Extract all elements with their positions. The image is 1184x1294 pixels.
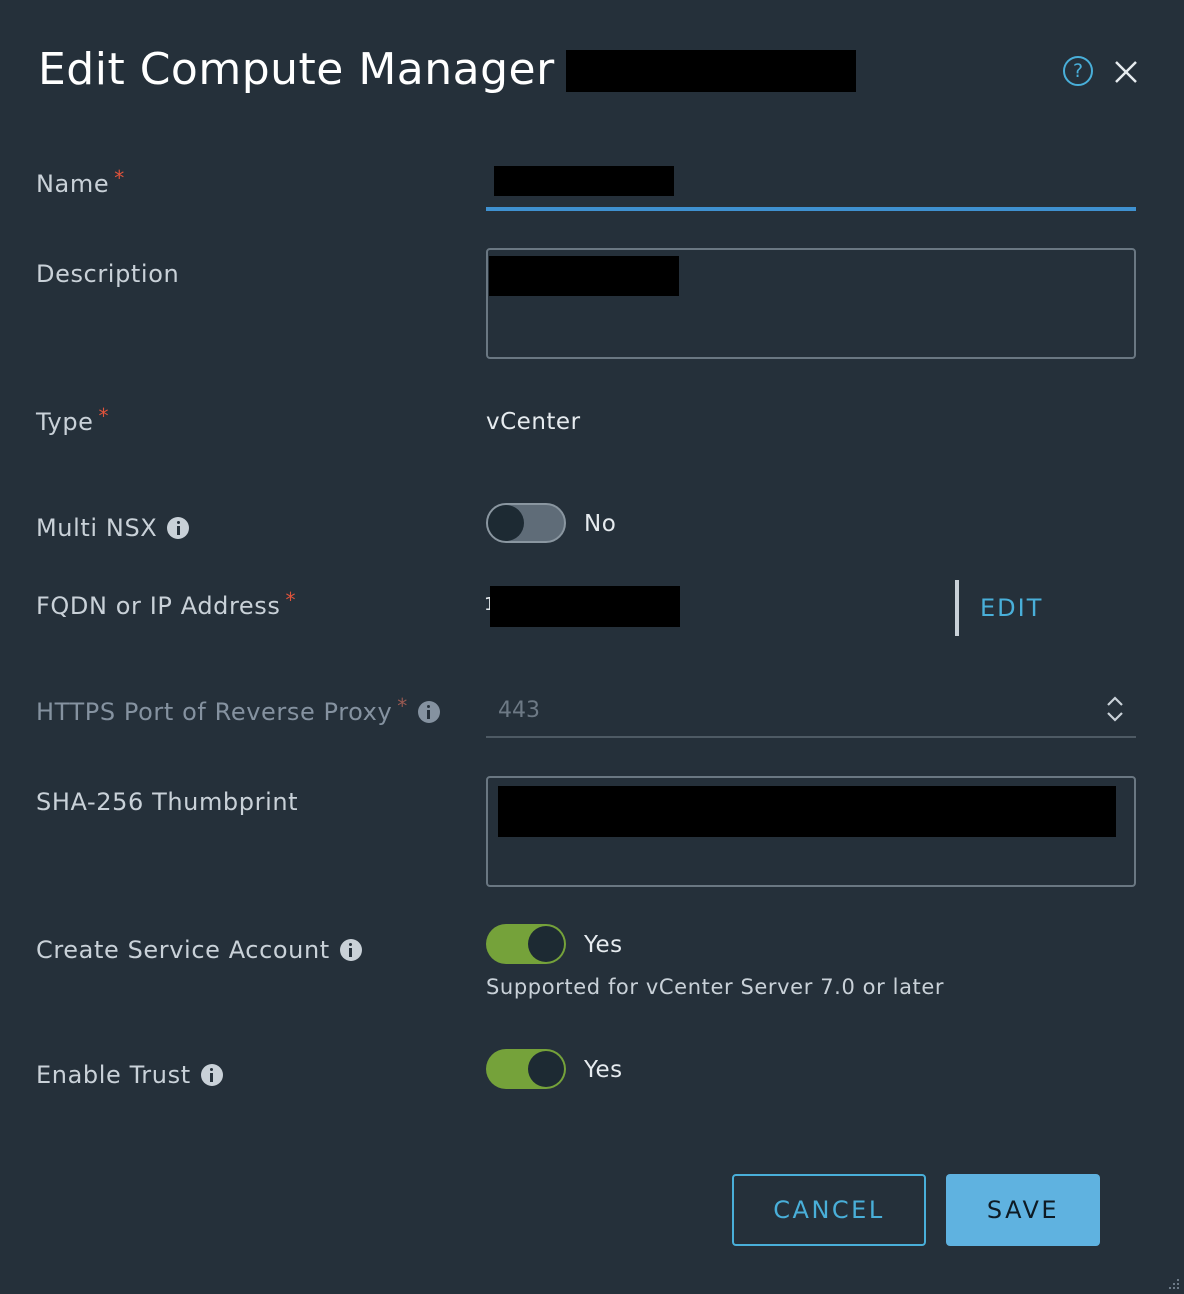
info-icon[interactable] (167, 517, 190, 539)
thumbprint-value-redacted (498, 786, 1116, 837)
fqdn-value-redacted (490, 586, 680, 627)
multi-nsx-label: Multi NSX (36, 514, 190, 542)
dialog-title: Edit Compute Manager - (38, 44, 586, 95)
name-label-text: Name (36, 170, 110, 198)
description-label: Description (36, 260, 179, 288)
info-icon[interactable] (200, 1064, 223, 1086)
required-asterisk: * (114, 166, 125, 190)
type-value: vCenter (486, 409, 581, 435)
multi-nsx-label-text: Multi NSX (36, 514, 158, 542)
enable-trust-toggle[interactable] (486, 1049, 566, 1089)
toggle-knob (488, 505, 524, 541)
resize-grip-icon[interactable] (1166, 1276, 1180, 1290)
https-port-label-text: HTTPS Port of Reverse Proxy (36, 698, 393, 726)
create-service-account-label: Create Service Account (36, 936, 362, 964)
https-port-value: 443 (498, 698, 540, 723)
info-icon[interactable] (339, 939, 362, 961)
help-circle-icon[interactable]: ? (1063, 56, 1093, 86)
name-field-value-redacted[interactable] (494, 166, 674, 196)
enable-trust-label-text: Enable Trust (36, 1061, 191, 1089)
info-icon[interactable] (417, 701, 440, 723)
create-service-account-state: Yes (584, 932, 623, 958)
create-service-account-label-text: Create Service Account (36, 936, 330, 964)
enable-trust-state: Yes (584, 1057, 623, 1083)
save-button[interactable]: SAVE (946, 1174, 1100, 1246)
edit-compute-manager-dialog: Edit Compute Manager - ? Name * Descripti… (0, 0, 1184, 1294)
multi-nsx-toggle[interactable] (486, 503, 566, 543)
required-asterisk: * (397, 694, 408, 718)
fqdn-label: FQDN or IP Address * (36, 588, 296, 620)
create-service-account-hint: Supported for vCenter Server 7.0 or late… (486, 975, 945, 999)
redacted-title-suffix (566, 50, 856, 92)
thumbprint-label-text: SHA-256 Thumbprint (36, 788, 299, 816)
spinner-arrows-icon[interactable] (1104, 694, 1126, 724)
description-value-redacted (489, 256, 679, 296)
required-asterisk: * (285, 588, 297, 612)
name-label: Name * (36, 166, 125, 198)
type-label-text: Type (36, 408, 94, 436)
https-port-label: HTTPS Port of Reverse Proxy * (36, 694, 440, 726)
multi-nsx-state: No (584, 511, 617, 537)
enable-trust-label: Enable Trust (36, 1061, 223, 1089)
required-asterisk: * (98, 404, 110, 428)
name-field-underline[interactable] (486, 207, 1136, 211)
thumbprint-label: SHA-256 Thumbprint (36, 788, 298, 816)
create-service-account-toggle[interactable] (486, 924, 566, 964)
close-icon[interactable] (1112, 58, 1140, 86)
fqdn-label-text: FQDN or IP Address (36, 592, 281, 620)
type-label: Type * (36, 404, 109, 436)
fqdn-edit-link[interactable]: EDIT (980, 594, 1043, 622)
toggle-knob (528, 926, 564, 962)
description-label-text: Description (36, 260, 180, 288)
https-port-input[interactable]: 443 (486, 686, 1136, 738)
edit-divider (955, 580, 959, 636)
cancel-button[interactable]: CANCEL (732, 1174, 926, 1246)
toggle-knob (528, 1051, 564, 1087)
